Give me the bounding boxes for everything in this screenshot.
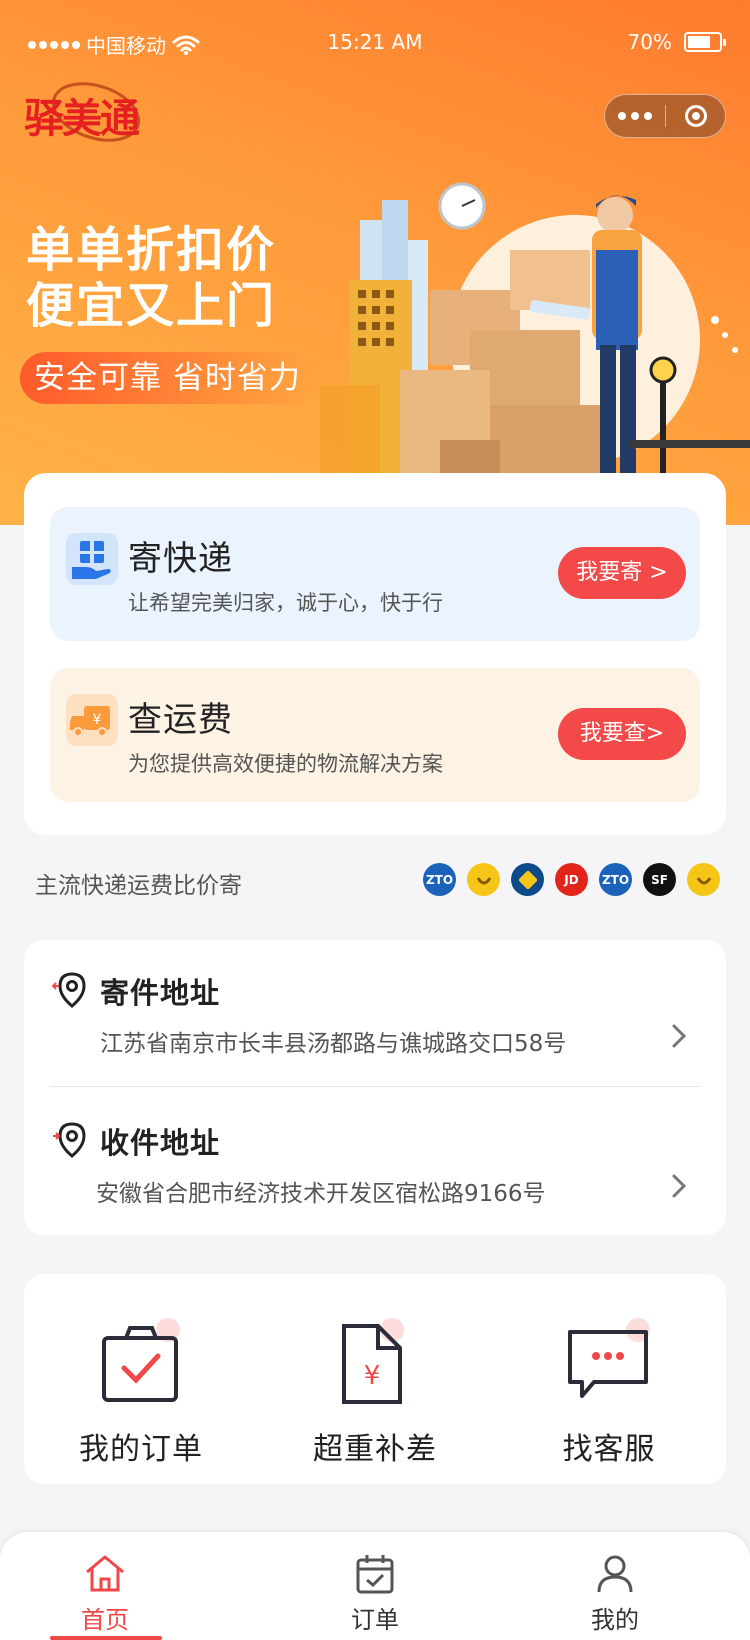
- carrier-logos: ZTO JD ZTO SF: [423, 863, 720, 896]
- header-banner: 中国移动 15:21 AM 70% 驿美通 单单折扣价 便宜又上门 安全可靠 省…: [0, 0, 750, 525]
- logo-text: 驿美通: [24, 95, 140, 142]
- jd-logo-icon: JD: [555, 863, 588, 896]
- user-icon: [597, 1555, 633, 1593]
- bottom-tab-bar: 首页 订单 我的: [0, 1532, 750, 1640]
- send-express-desc: 让希望完美归家，诚于心，快于行: [128, 591, 443, 615]
- svg-text:¥: ¥: [93, 712, 102, 728]
- slogan-pill: 安全可靠 省时省力: [20, 352, 315, 404]
- sender-address-text: 江苏省南京市长丰县汤都路与谯城路交口58号: [100, 1031, 567, 1057]
- yen-document-icon: ¥: [342, 1318, 404, 1404]
- check-fee-title: 查运费: [128, 700, 233, 740]
- location-pin-icon: [53, 1122, 86, 1158]
- tab-home[interactable]: 首页: [0, 1532, 230, 1640]
- chevron-right-icon: [672, 1174, 687, 1198]
- tab-mine-label: 我的: [591, 1606, 639, 1634]
- send-package-icon: [66, 533, 118, 585]
- yunda-logo-icon: [511, 863, 544, 896]
- receiver-address-row[interactable]: 收件地址 安徽省合肥市经济技术开发区宿松路9166号: [24, 1110, 726, 1240]
- tools-card: 我的订单 ¥ 超重补差 找客服: [24, 1274, 726, 1484]
- my-orders-label: 我的订单: [79, 1432, 203, 1467]
- receiver-address-label: 收件地址: [100, 1126, 221, 1160]
- service-card: 寄快递 让希望完美归家，诚于心，快于行 我要寄 > ¥ 查运费 为您提供高效便捷…: [24, 473, 726, 835]
- overweight-label: 超重补差: [313, 1432, 437, 1467]
- courier-illustration: [320, 182, 750, 525]
- chevron-right-icon: [672, 1024, 687, 1048]
- tab-orders[interactable]: 订单: [250, 1532, 500, 1640]
- chat-bubble-icon: [568, 1318, 650, 1398]
- more-options-icon[interactable]: [605, 112, 665, 120]
- check-fee-button[interactable]: 我要查>: [558, 708, 686, 760]
- status-bar: 中国移动 15:21 AM 70%: [0, 26, 750, 62]
- close-miniapp-icon[interactable]: [666, 105, 725, 127]
- tab-mine[interactable]: 我的: [490, 1532, 740, 1640]
- address-divider: [50, 1086, 700, 1087]
- tab-home-label: 首页: [81, 1606, 129, 1634]
- sender-address-row[interactable]: 寄件地址 江苏省南京市长丰县汤都路与谯城路交口58号: [24, 960, 726, 1090]
- svg-text:¥: ¥: [364, 1361, 381, 1391]
- sf-logo-icon: SF: [643, 863, 676, 896]
- compare-label: 主流快递运费比价寄: [35, 873, 242, 899]
- receiver-address-text: 安徽省合肥市经济技术开发区宿松路9166号: [96, 1181, 546, 1207]
- overweight-tool[interactable]: ¥ 超重补差: [258, 1274, 492, 1484]
- location-pin-icon: [52, 972, 86, 1008]
- smile-logo-icon: [687, 863, 720, 896]
- smile-logo-icon: [467, 863, 500, 896]
- battery-icon: [684, 32, 726, 52]
- zto-logo-icon: ZTO: [423, 863, 456, 896]
- order-clipboard-icon: [102, 1318, 180, 1402]
- active-tab-indicator: [50, 1636, 162, 1640]
- sender-address-label: 寄件地址: [100, 976, 221, 1010]
- headline: 单单折扣价 便宜又上门: [26, 222, 276, 334]
- customer-service-tool[interactable]: 找客服: [492, 1274, 726, 1484]
- headline-line2: 便宜又上门: [26, 278, 277, 334]
- calendar-check-icon: [356, 1555, 394, 1594]
- delivery-truck-icon: ¥: [66, 694, 118, 746]
- battery-percent: 70%: [627, 30, 672, 54]
- check-fee-desc: 为您提供高效便捷的物流解决方案: [128, 752, 443, 776]
- tab-orders-label: 订单: [351, 1606, 399, 1634]
- send-express-panel[interactable]: 寄快递 让希望完美归家，诚于心，快于行 我要寄 >: [50, 507, 700, 641]
- my-orders-tool[interactable]: 我的订单: [24, 1274, 258, 1484]
- headline-line1: 单单折扣价: [26, 222, 277, 278]
- address-card: 寄件地址 江苏省南京市长丰县汤都路与谯城路交口58号 收件地址 安徽省合肥市经济…: [24, 940, 726, 1235]
- send-express-title: 寄快递: [128, 539, 233, 579]
- miniapp-capsule[interactable]: [604, 94, 726, 138]
- check-fee-panel[interactable]: ¥ 查运费 为您提供高效便捷的物流解决方案 我要查>: [50, 668, 700, 802]
- zto-logo-icon: ZTO: [599, 863, 632, 896]
- status-right: 70%: [627, 30, 726, 54]
- send-button[interactable]: 我要寄 >: [558, 547, 686, 599]
- home-icon: [86, 1555, 124, 1592]
- app-logo: 驿美通: [24, 78, 149, 148]
- customer-service-label: 找客服: [562, 1432, 656, 1467]
